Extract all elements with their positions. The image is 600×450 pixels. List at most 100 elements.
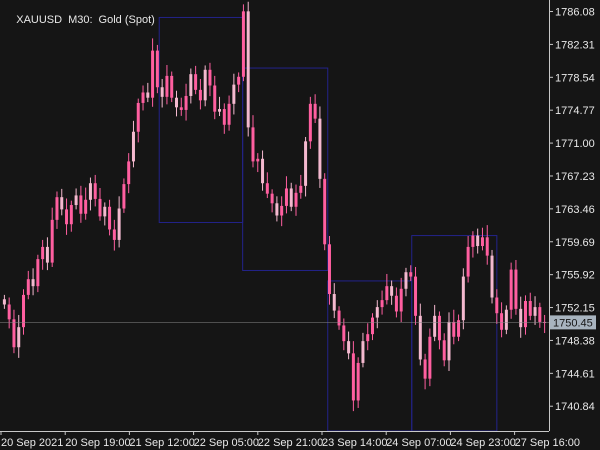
- candle-body: [457, 320, 461, 337]
- candle-body: [256, 158, 260, 162]
- candle-body: [366, 334, 370, 342]
- candle-body: [485, 237, 489, 256]
- candle-body: [409, 272, 413, 277]
- candle-body: [146, 92, 150, 98]
- candle-body: [519, 308, 523, 328]
- candle-body: [261, 158, 265, 184]
- candle-body: [318, 118, 322, 179]
- candle-body: [103, 206, 107, 217]
- candle-body: [375, 307, 379, 318]
- candle-body: [361, 341, 365, 363]
- candle-body: [523, 301, 527, 328]
- candle-body: [538, 307, 542, 322]
- candle-body: [327, 244, 331, 295]
- current-price-label: 1750.45: [553, 317, 593, 329]
- candle-body: [390, 286, 394, 296]
- candle-body: [452, 321, 456, 337]
- candle-body: [414, 276, 418, 316]
- candle-body: [471, 235, 475, 247]
- candle-body: [232, 84, 236, 104]
- candle-body: [332, 294, 336, 311]
- candle-body: [36, 259, 40, 287]
- candle-body: [399, 288, 403, 312]
- candle-body: [93, 183, 97, 199]
- y-tick-label: 1744.61: [555, 368, 595, 380]
- chart-window: 1786.08 1782.31 1778.54 1774.77 1771.00 1767.…: [0, 0, 600, 450]
- y-tick-label: 1786.08: [555, 7, 595, 19]
- candle-body: [208, 69, 212, 86]
- candle-body: [50, 219, 54, 263]
- candle-body: [385, 286, 389, 301]
- instrument-label: Gold (Spot): [98, 14, 155, 26]
- candle-body: [380, 300, 384, 308]
- candle-body: [490, 255, 494, 298]
- candle-body: [184, 95, 188, 110]
- candle-body: [275, 203, 279, 216]
- y-tick-label: 1755.92: [555, 270, 595, 282]
- candle-body: [136, 102, 140, 132]
- candle-body: [533, 307, 537, 316]
- candle-body: [356, 362, 360, 401]
- candle-body: [428, 336, 432, 379]
- candle-body: [160, 87, 164, 97]
- candle-body: [189, 74, 193, 96]
- candle-body: [461, 276, 465, 321]
- candle-body: [17, 327, 21, 348]
- candle-body: [308, 103, 312, 142]
- chart-header: XAUUSD M30: Gold (Spot): [4, 2, 161, 38]
- x-tick-label: 21 Sep 12:00: [129, 437, 194, 449]
- candle-body: [514, 269, 518, 309]
- candle-body: [280, 205, 284, 216]
- y-tick-label: 1748.38: [555, 335, 595, 347]
- candle-body: [437, 315, 441, 341]
- candle-body: [31, 279, 35, 287]
- candle-body: [45, 246, 49, 263]
- candle-body: [198, 89, 202, 101]
- x-tick-label: 20 Sep 2021: [1, 437, 63, 449]
- candle-body: [117, 208, 121, 240]
- candle-body: [342, 325, 346, 342]
- candle-body: [112, 229, 116, 240]
- candle-body: [394, 295, 398, 312]
- x-tick-label: 22 Sep 21:00: [258, 437, 323, 449]
- candle-body: [304, 141, 308, 186]
- candle-body: [108, 206, 112, 230]
- candle-body: [404, 272, 408, 289]
- candle-body: [2, 299, 6, 305]
- candle-body: [299, 185, 303, 193]
- y-tick-label: 1774.77: [555, 105, 595, 117]
- candle-body: [127, 161, 131, 185]
- y-tick-label: 1778.54: [555, 72, 595, 84]
- y-tick-label: 1771.00: [555, 138, 595, 150]
- x-tick-label: 23 Sep 14:00: [322, 437, 387, 449]
- candle-body: [165, 75, 169, 97]
- candle-body: [174, 97, 178, 108]
- symbol-label: XAUUSD: [16, 14, 63, 26]
- candle-body: [79, 195, 83, 214]
- candle-body: [141, 92, 145, 103]
- candle-body: [270, 193, 274, 204]
- candlestick-chart: 1786.08 1782.31 1778.54 1774.77 1771.00 1767.…: [0, 0, 596, 449]
- candle-body: [60, 197, 64, 210]
- candle-body: [265, 183, 269, 194]
- candle-body: [323, 178, 327, 245]
- candle-body: [433, 315, 437, 337]
- x-tick-label: 24 Sep 07:00: [386, 437, 451, 449]
- y-tick-label: 1740.84: [555, 401, 595, 413]
- candle-body: [466, 246, 470, 277]
- candle-body: [294, 192, 298, 207]
- candle-body: [222, 109, 226, 125]
- y-tick-label: 1759.69: [555, 237, 595, 249]
- candle-body: [98, 198, 102, 217]
- candle-body: [170, 75, 174, 98]
- candle-body: [289, 188, 293, 207]
- candle-body: [65, 209, 69, 225]
- candle-body: [203, 69, 207, 101]
- candle-body: [241, 11, 245, 77]
- candle-body: [251, 127, 255, 162]
- candle-body: [246, 11, 250, 128]
- candle-body: [227, 103, 231, 125]
- y-tick-label: 1763.46: [555, 204, 595, 216]
- candle-body: [122, 184, 126, 209]
- candle-body: [84, 199, 88, 214]
